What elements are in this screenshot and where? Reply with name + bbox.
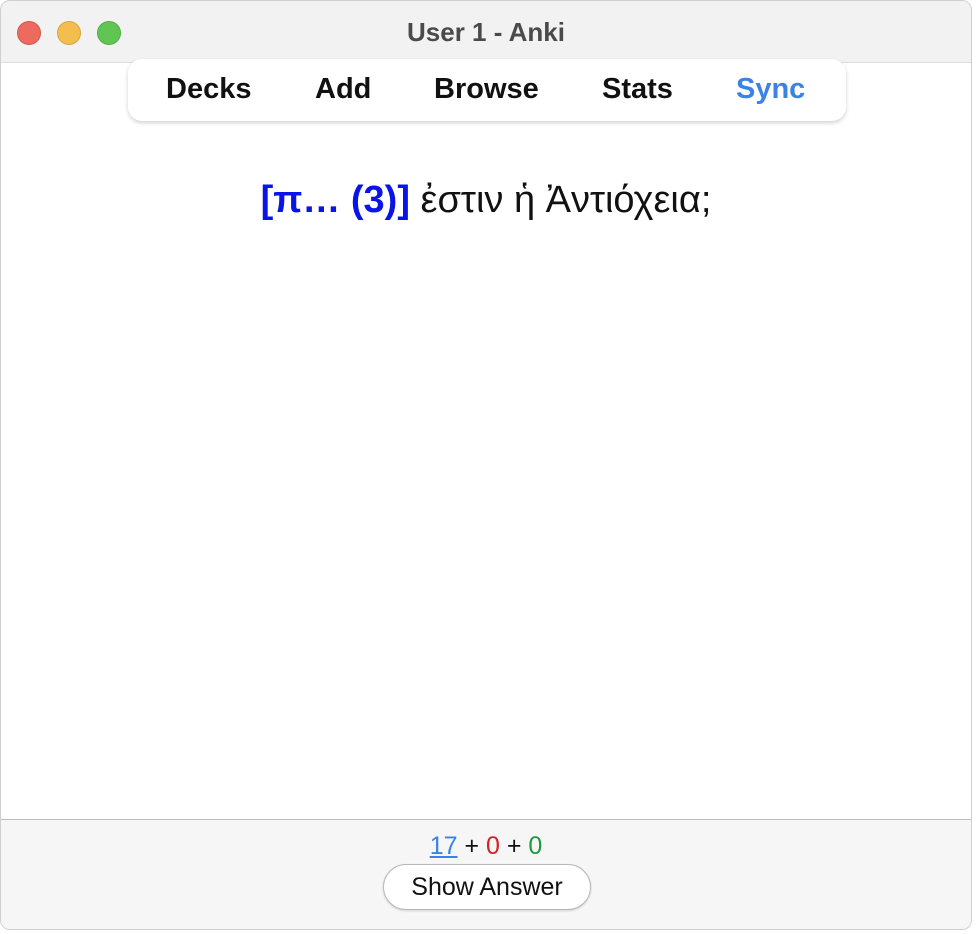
card-question-text: ἐστιν ἡ Ἀντιόχεια;: [409, 179, 712, 221]
anki-window: User 1 - Anki Decks Add Browse Stats Syn…: [0, 0, 972, 930]
card-question: [π… (3)] ἐστιν ἡ Ἀντιόχεια;: [1, 179, 971, 222]
cloze-deletion: [π… (3)]: [260, 179, 410, 221]
review-count: 0: [528, 832, 543, 860]
due-counts: 17 + 0 + 0: [1, 832, 971, 861]
new-count: 17: [429, 832, 458, 860]
count-separator: +: [457, 832, 486, 860]
count-separator: +: [499, 832, 529, 860]
window-title: User 1 - Anki: [407, 17, 565, 47]
toolbar-browse-link[interactable]: Browse: [434, 73, 539, 106]
main-toolbar: Decks Add Browse Stats Sync: [128, 59, 846, 121]
toolbar-stats-link[interactable]: Stats: [602, 73, 673, 106]
toolbar-decks-link[interactable]: Decks: [166, 73, 251, 106]
review-bottom-bar: 17 + 0 + 0 Show Answer: [1, 819, 971, 929]
title-bar[interactable]: User 1 - Anki: [1, 1, 971, 63]
toolbar-add-link[interactable]: Add: [315, 73, 371, 106]
learn-count: 0: [486, 832, 500, 860]
show-answer-button[interactable]: Show Answer: [383, 864, 591, 910]
toolbar-sync-link[interactable]: Sync: [736, 73, 805, 106]
